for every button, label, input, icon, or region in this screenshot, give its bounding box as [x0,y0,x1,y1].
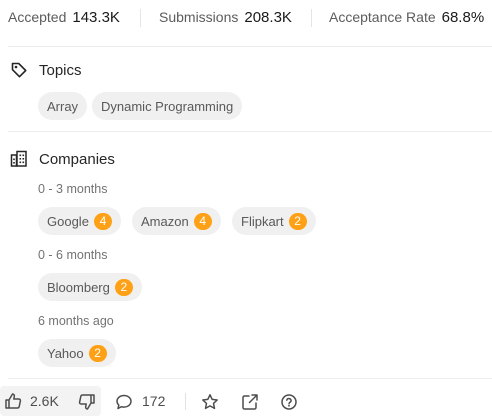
acceptance-rate-label: Acceptance Rate [329,9,436,25]
period-label: 0 - 3 months [38,182,108,196]
submissions-label: Submissions [159,9,239,25]
topic-tag-label: Array [47,98,79,114]
company-name: Bloomberg [47,279,110,295]
topic-tag[interactable]: Dynamic Programming [92,92,243,120]
divider [140,9,141,27]
help-icon[interactable] [280,393,298,411]
stat-acceptance-rate: Acceptance Rate 68.8% [329,9,484,27]
divider [8,378,492,379]
company-count-badge: 4 [193,212,212,230]
thumbs-down-icon[interactable] [78,393,96,411]
company-count-badge: 2 [114,278,133,296]
star-icon[interactable] [201,393,219,411]
company-tag-amazon[interactable]: Amazon 4 [132,207,221,235]
company-count-badge: 4 [93,212,112,230]
action-bar: 2.6K 172 [0,386,492,416]
thumbs-up-icon[interactable] [4,392,22,410]
topics-header[interactable]: Topics [10,59,82,81]
submissions-value: 208.3K [244,9,292,26]
company-name: Google [47,213,89,229]
company-tag-yahoo[interactable]: Yahoo 2 [38,339,116,367]
stat-submissions: Submissions 208.3K [159,9,292,27]
comment-count[interactable]: 172 [142,393,165,409]
company-name: Yahoo [47,345,84,361]
period-label: 6 months ago [38,314,114,328]
company-name: Flipkart [241,213,284,229]
share-icon[interactable] [241,393,259,411]
divider [185,393,186,410]
stats-bar: Accepted 143.3K Submissions 208.3K Accepta… [0,0,492,34]
divider [311,9,312,27]
companies-header[interactable]: Companies [10,148,115,170]
company-tag-google[interactable]: Google 4 [38,207,121,235]
divider [8,46,492,47]
tag-icon [10,61,28,79]
company-tag-bloomberg[interactable]: Bloomberg 2 [38,273,142,301]
period-label: 0 - 6 months [38,248,108,262]
company-name: Amazon [141,213,189,229]
topic-tag[interactable]: Array [38,92,88,120]
company-tag-flipkart[interactable]: Flipkart 2 [232,207,316,235]
comment-icon[interactable] [115,393,133,411]
stat-accepted: Accepted 143.3K [8,9,120,27]
topic-tag-label: Dynamic Programming [101,98,234,114]
divider [8,131,492,132]
accepted-label: Accepted [8,9,67,25]
companies-title: Companies [39,150,115,168]
accepted-value: 143.3K [72,9,120,26]
acceptance-rate-value: 68.8% [441,9,485,26]
building-icon [10,150,28,168]
topics-title: Topics [39,61,82,79]
like-count: 2.6K [30,393,59,409]
company-count-badge: 2 [88,344,107,362]
company-count-badge: 2 [288,212,307,230]
